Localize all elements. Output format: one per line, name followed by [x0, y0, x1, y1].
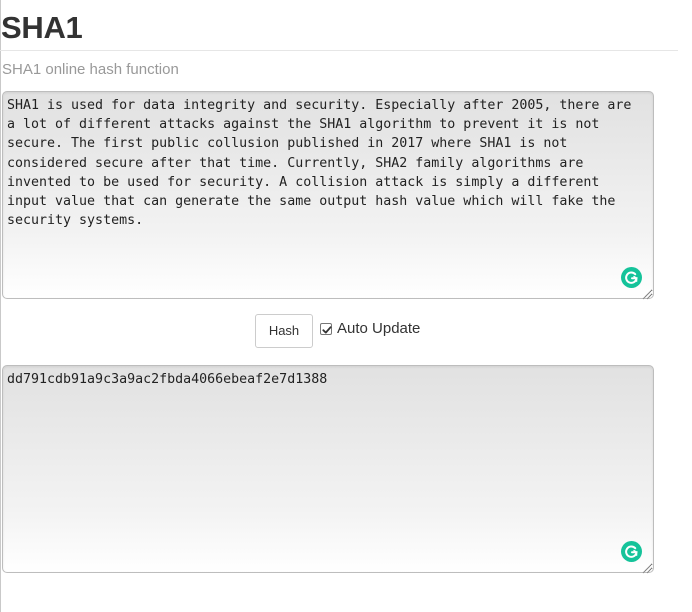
resize-grip-icon[interactable]	[641, 561, 651, 574]
title-divider	[0, 50, 678, 51]
page-title: SHA1	[1, 10, 83, 45]
output-hash-textarea[interactable]: dd791cdb91a9c3a9ac2fbda4066ebeaf2e7d1388	[2, 365, 654, 573]
hash-button[interactable]: Hash	[255, 314, 313, 348]
checkmark-icon	[322, 325, 332, 333]
grammarly-icon[interactable]	[621, 267, 642, 288]
auto-update-label: Auto Update	[337, 320, 421, 337]
auto-update-toggle[interactable]: Auto Update	[320, 320, 420, 337]
page-left-border	[0, 0, 1, 612]
page-subtitle: SHA1 online hash function	[2, 61, 179, 78]
grammarly-icon[interactable]	[621, 541, 642, 562]
input-textarea[interactable]: SHA1 is used for data integrity and secu…	[2, 91, 654, 299]
resize-grip-icon[interactable]	[641, 287, 651, 300]
auto-update-checkbox[interactable]	[320, 322, 332, 335]
